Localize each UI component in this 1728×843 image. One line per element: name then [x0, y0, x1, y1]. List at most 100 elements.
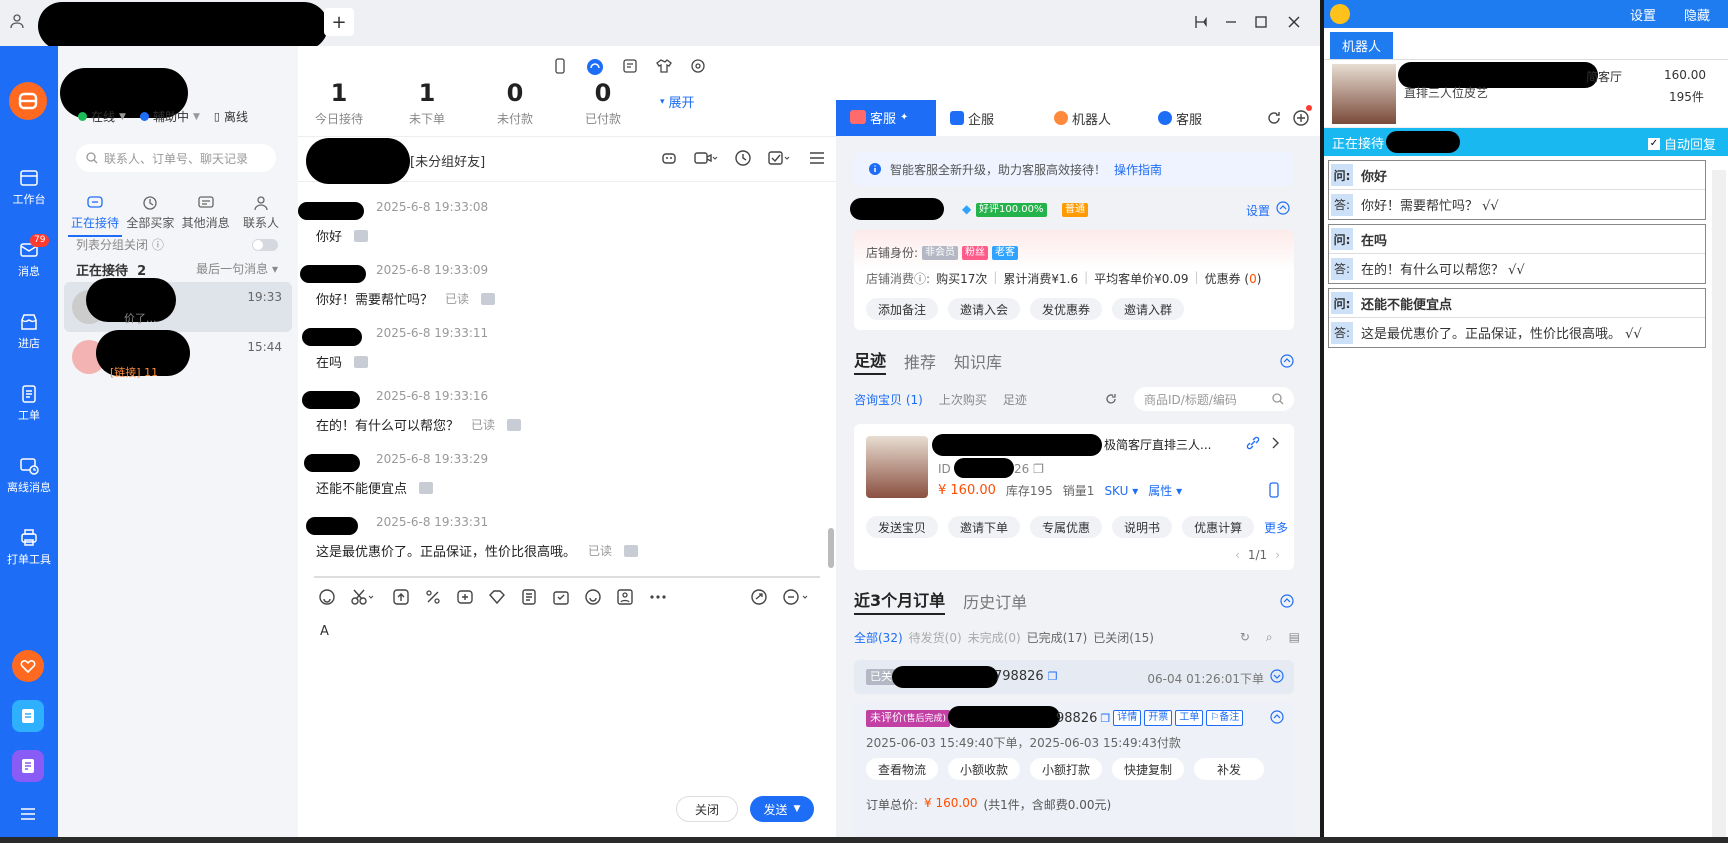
copy-icon[interactable]: ❐: [1048, 670, 1058, 683]
message-menu-icon[interactable]: [624, 544, 639, 557]
order-detail-tag[interactable]: 详情: [1113, 710, 1142, 726]
sort-dropdown[interactable]: 最后一句消息 ▾: [196, 260, 278, 279]
emoji-icon[interactable]: [318, 588, 336, 606]
close-chat-button[interactable]: 关闭: [676, 796, 738, 822]
user-icon[interactable]: [0, 0, 34, 42]
tab-all-buyers[interactable]: 全部买家: [123, 194, 177, 237]
tab-recent-orders[interactable]: 近3个月订单: [854, 587, 946, 615]
expand-button[interactable]: ▾ 展开: [660, 92, 695, 111]
more-menu-icon[interactable]: [808, 150, 826, 166]
coupon-app-icon[interactable]: [12, 650, 44, 682]
invite-order-button[interactable]: 邀请下单: [948, 516, 1021, 538]
new-tab-button[interactable]: +: [324, 8, 354, 36]
filter-all[interactable]: 全部(32): [854, 629, 903, 646]
product-title[interactable]: 极简客厅直排三人...: [1104, 436, 1211, 453]
close-icon[interactable]: [1279, 10, 1309, 34]
collapse-icon[interactable]: [1276, 201, 1290, 215]
reissue-button[interactable]: 补发: [1194, 758, 1265, 780]
buyer-settings-link[interactable]: 设置: [1246, 202, 1270, 219]
tab-history-orders[interactable]: 历史订单: [963, 589, 1027, 613]
pin-icon[interactable]: [1186, 10, 1216, 34]
video-icon[interactable]: [694, 150, 718, 166]
auto-reply-checkbox[interactable]: ✓ 自动回复: [1647, 134, 1716, 153]
filter-closed[interactable]: 已关闭(15): [1093, 629, 1154, 646]
upload-icon[interactable]: [392, 588, 410, 606]
search-icon[interactable]: ⌕: [1266, 630, 1273, 645]
refresh-icon[interactable]: [1266, 110, 1282, 126]
collapse-icon[interactable]: [1280, 354, 1294, 368]
more-actions-link[interactable]: 更多: [1264, 519, 1288, 536]
headset-icon[interactable]: [586, 58, 604, 76]
shirt-icon[interactable]: [656, 58, 672, 76]
nav-ticket[interactable]: 工单: [0, 382, 58, 423]
caret-down-icon[interactable]: ▼: [794, 804, 801, 814]
coupon-icon[interactable]: [456, 588, 474, 606]
robot-hide-button[interactable]: 隐藏: [1684, 5, 1710, 24]
tab-other-messages[interactable]: 其他消息: [179, 194, 233, 237]
nav-store[interactable]: 进店: [0, 310, 58, 351]
view-logistics-button[interactable]: 查看物流: [866, 758, 939, 780]
stat-no-order[interactable]: 1 未下单: [392, 76, 462, 127]
group-toggle-switch[interactable]: [252, 238, 278, 251]
send-product-button[interactable]: 发送宝贝: [866, 516, 939, 538]
invite-group-button[interactable]: 邀请入群: [1112, 298, 1185, 320]
more-dots-icon[interactable]: [648, 588, 670, 606]
attr-dropdown[interactable]: 属性 ▾: [1148, 482, 1182, 499]
subtab-last-purchase[interactable]: 上次购买: [939, 391, 987, 408]
tab-receiving[interactable]: 正在接待: [68, 194, 122, 237]
order-icon[interactable]: [520, 588, 538, 606]
discount-calc-button[interactable]: 优惠计算: [1182, 516, 1255, 538]
contact-search-input[interactable]: 联系人、订单号、聊天记录: [76, 144, 276, 172]
order-ticket-tag[interactable]: 工单: [1175, 710, 1204, 726]
settings-icon[interactable]: [690, 58, 706, 76]
maximize-icon[interactable]: [1246, 10, 1276, 34]
subtab-footprint[interactable]: 足迹: [1003, 391, 1027, 408]
robot-tab[interactable]: 机器人: [1330, 32, 1394, 59]
message-menu-icon[interactable]: [507, 418, 522, 431]
send-coupon-button[interactable]: 发优惠券: [1030, 298, 1103, 320]
robot-scrollbar[interactable]: [1712, 170, 1726, 840]
invite-member-button[interactable]: 邀请入会: [948, 298, 1021, 320]
gift-icon[interactable]: [552, 588, 570, 606]
stat-today[interactable]: 1 今日接待: [304, 76, 374, 127]
message-menu-icon[interactable]: [481, 292, 496, 305]
discount-icon[interactable]: [424, 588, 442, 606]
copy-icon[interactable]: ❐: [1033, 462, 1044, 476]
add-note-button[interactable]: 添加备注: [866, 298, 939, 320]
conversation-item[interactable]: [链接] 11 15:44: [64, 330, 292, 382]
tab-service[interactable]: 客服 ✦: [836, 100, 936, 136]
product-thumbnail[interactable]: [866, 436, 928, 498]
smile-reply-icon[interactable]: [584, 588, 602, 606]
product-search-input[interactable]: 商品ID/标题/编码: [1134, 387, 1294, 411]
message-input[interactable]: A: [320, 624, 329, 639]
robot-assist-icon[interactable]: [660, 149, 678, 167]
conversation-item[interactable]: 价了... 19:33: [64, 278, 292, 332]
notes-app-icon[interactable]: [12, 750, 44, 782]
tab-footprint[interactable]: 足迹: [854, 347, 887, 375]
status-assist[interactable]: 辅助中 ▼: [139, 108, 200, 125]
robot-settings-button[interactable]: 设置: [1630, 5, 1656, 24]
tab-robot[interactable]: 机器人: [1040, 100, 1144, 136]
scissors-icon[interactable]: [350, 588, 378, 606]
tab-recommend[interactable]: 推荐: [904, 349, 936, 373]
share-icon[interactable]: [750, 588, 768, 606]
mobile-icon[interactable]: [552, 58, 568, 76]
status-online[interactable]: 在线 ▼: [78, 108, 126, 125]
filter-to-ship[interactable]: 待发货(0): [909, 629, 962, 646]
collapse-icon[interactable]: [1270, 710, 1284, 724]
chevron-right-icon[interactable]: [1270, 436, 1280, 450]
link-icon[interactable]: [1246, 436, 1260, 450]
check-task-icon[interactable]: [768, 150, 792, 166]
sku-dropdown[interactable]: SKU ▾: [1104, 484, 1138, 498]
notepad-icon[interactable]: [622, 58, 638, 76]
copy-icon[interactable]: ❐: [1100, 712, 1110, 725]
report-app-icon[interactable]: [12, 700, 44, 732]
tab-knowledge[interactable]: 知识库: [954, 349, 1002, 373]
pager-prev-icon[interactable]: ‹: [1235, 548, 1240, 562]
nav-message[interactable]: 79 消息: [0, 234, 58, 279]
order-note-tag[interactable]: ⚐备注: [1206, 710, 1244, 726]
quick-reply-icon[interactable]: [782, 588, 812, 606]
message-menu-icon[interactable]: [354, 355, 369, 368]
stat-paid[interactable]: 0 已付款: [568, 76, 638, 127]
pager-next-icon[interactable]: ›: [1275, 548, 1280, 562]
